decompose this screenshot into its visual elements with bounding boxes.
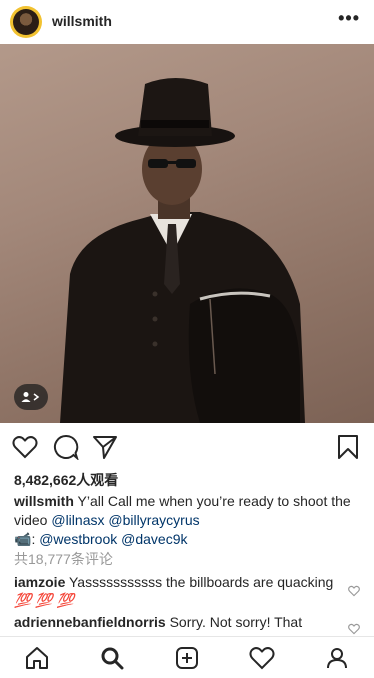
activity-heart-icon — [249, 647, 275, 670]
like-button[interactable] — [10, 432, 40, 462]
comment-bubble-icon — [54, 434, 79, 460]
camera-emoji: 📹 — [14, 531, 32, 547]
mention-link[interactable]: @westbrook — [39, 531, 117, 547]
search-icon — [101, 647, 124, 670]
nav-profile-button[interactable] — [322, 643, 352, 673]
bottom-nav — [0, 636, 374, 678]
home-icon — [26, 647, 48, 669]
save-button[interactable] — [333, 432, 363, 462]
caption-colon: : — [31, 531, 36, 547]
nav-activity-button[interactable] — [247, 643, 277, 673]
profile-icon — [327, 648, 347, 669]
comment-item: adriennebanfieldnorris Sorry. Not sorry!… — [14, 613, 354, 631]
post-photo[interactable] — [0, 44, 374, 423]
person-tag-icon — [21, 392, 40, 402]
post-actions — [0, 424, 374, 470]
mention-link[interactable]: @lilnasx — [51, 512, 104, 528]
view-count: 8,482,662人观看 — [14, 472, 119, 488]
caption-username[interactable]: willsmith — [14, 493, 74, 509]
mention-link[interactable]: @davec9k — [121, 531, 187, 547]
post-header: willsmith ••• — [0, 0, 374, 44]
paper-plane-icon — [93, 436, 117, 459]
heart-icon — [12, 436, 38, 459]
comment-item: iamzoie Yasssssssssss the billboards are… — [14, 573, 344, 609]
post-caption: willsmith Y’all Call me when you’re read… — [14, 492, 364, 549]
post-username[interactable]: willsmith — [52, 13, 112, 29]
nav-home-button[interactable] — [22, 643, 52, 673]
avatar-image — [13, 9, 39, 35]
comment-text: Yasssssssssss the billboards are quackin… — [69, 574, 334, 590]
comment-like-heart-icon[interactable] — [348, 623, 360, 635]
comment-username[interactable]: adriennebanfieldnorris — [14, 614, 166, 630]
comment-button[interactable] — [51, 432, 81, 462]
hundred-emoji: 💯 💯 💯 — [14, 592, 75, 608]
photo-illustration — [60, 78, 305, 423]
nav-new-post-button[interactable] — [172, 643, 202, 673]
comment-text: Sorry. Not sorry! That — [169, 614, 303, 630]
avatar[interactable] — [10, 6, 42, 38]
comment-username[interactable]: iamzoie — [14, 574, 65, 590]
share-button[interactable] — [90, 432, 120, 462]
view-all-comments-link[interactable]: 共18,777条评论 — [14, 549, 113, 569]
mention-link[interactable]: @billyraycyrus — [108, 512, 199, 528]
tagged-people-button[interactable] — [14, 384, 48, 410]
more-options-button[interactable]: ••• — [338, 8, 360, 29]
comment-like-heart-icon[interactable] — [348, 585, 360, 597]
bookmark-icon — [338, 435, 358, 459]
nav-search-button[interactable] — [97, 643, 127, 673]
add-post-icon — [176, 647, 198, 669]
